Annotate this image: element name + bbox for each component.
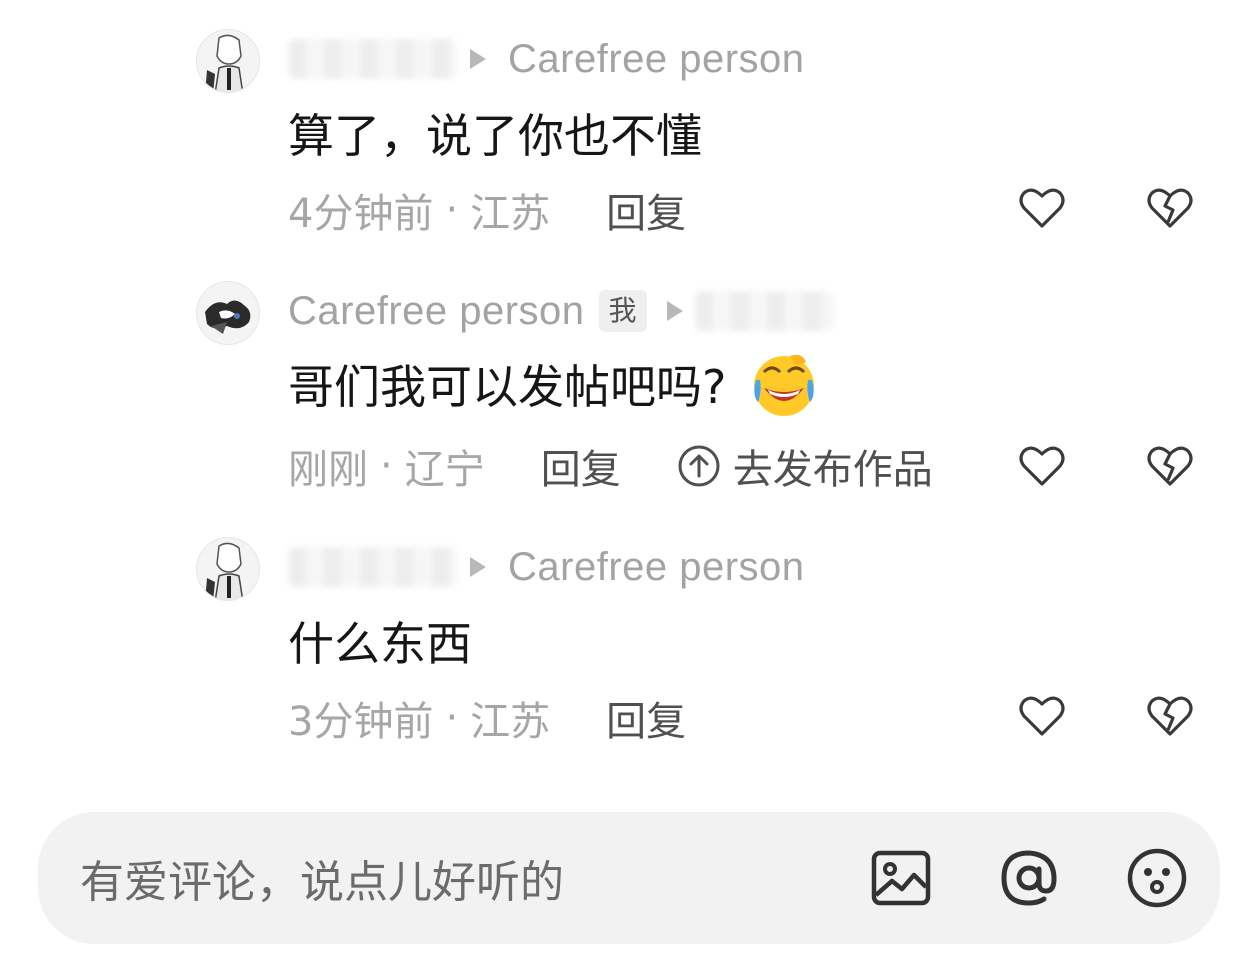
at-icon[interactable] xyxy=(996,845,1062,911)
dislike-button[interactable] xyxy=(1144,182,1196,234)
avatar-image xyxy=(197,538,259,600)
dislike-button[interactable] xyxy=(1144,440,1196,492)
reply-arrow-icon xyxy=(666,301,683,321)
reply-arrow-icon xyxy=(470,49,486,69)
comment-author[interactable]: Carefree person xyxy=(288,289,585,334)
comment-location: 辽宁 xyxy=(404,447,485,493)
broken-heart-icon xyxy=(1147,446,1193,486)
image-icon[interactable] xyxy=(868,845,934,911)
comment-item-1: Carefree person 算了，说了你也不懂 4分钟前 · 江苏 回复 xyxy=(0,0,1260,240)
blurred-username xyxy=(288,39,458,79)
like-button[interactable] xyxy=(1016,690,1068,742)
reply-target-username[interactable]: Carefree person xyxy=(508,37,805,82)
laughing-crying-emoji-icon xyxy=(750,350,818,418)
meta-separator: · xyxy=(380,443,393,489)
reply-button[interactable]: 回复 xyxy=(606,181,686,239)
comment-meta: 3分钟前 · 江苏 回复 xyxy=(288,689,686,747)
avatar[interactable] xyxy=(196,537,260,601)
upload-arrow-icon xyxy=(678,445,720,487)
me-badge: 我 xyxy=(598,290,647,332)
meta-separator: · xyxy=(445,187,459,233)
comment-header: Carefree person xyxy=(288,542,805,592)
comment-header: Carefree person 我 xyxy=(288,286,835,336)
avatar-image xyxy=(197,30,259,92)
avatar[interactable] xyxy=(196,29,260,93)
avatar-image xyxy=(197,282,259,344)
publish-label: 去发布作品 xyxy=(732,447,933,493)
avatar[interactable] xyxy=(196,281,260,345)
blurred-username xyxy=(288,547,458,587)
comment-item-2: Carefree person 我 哥们我可以发帖吧吗? 刚刚 · 辽宁 回复 xyxy=(0,252,1260,495)
blurred-username xyxy=(694,291,835,331)
broken-heart-icon xyxy=(1147,188,1193,228)
publish-work-button[interactable]: 去发布作品 xyxy=(677,437,933,495)
like-button[interactable] xyxy=(1016,440,1068,492)
reply-button[interactable]: 回复 xyxy=(541,437,621,495)
comment-input-bar[interactable]: 有爱评论，说点儿好听的 xyxy=(38,812,1220,944)
comment-meta: 4分钟前 · 江苏 回复 xyxy=(288,181,686,239)
meta-separator: · xyxy=(445,695,459,741)
comment-time: 刚刚 xyxy=(288,447,368,493)
comment-text: 哥们我可以发帖吧吗? xyxy=(288,348,818,420)
reply-target-username[interactable]: Carefree person xyxy=(508,545,805,590)
comment-time: 4分钟前 xyxy=(288,191,434,237)
dislike-button[interactable] xyxy=(1144,690,1196,742)
comment-input-placeholder[interactable]: 有爱评论，说点儿好听的 xyxy=(80,846,868,910)
like-button[interactable] xyxy=(1016,182,1068,234)
reply-arrow-icon xyxy=(470,557,486,577)
heart-icon xyxy=(1019,446,1065,486)
heart-icon xyxy=(1019,696,1065,736)
comment-text: 算了，说了你也不懂 xyxy=(288,109,702,163)
comment-header: Carefree person xyxy=(288,34,805,84)
comment-text-content: 哥们我可以发帖吧吗? xyxy=(288,360,727,414)
comment-location: 江苏 xyxy=(470,699,551,745)
comment-text: 什么东西 xyxy=(288,617,472,671)
emoji-icon[interactable] xyxy=(1124,845,1190,911)
comment-time: 3分钟前 xyxy=(288,699,434,745)
heart-icon xyxy=(1019,188,1065,228)
comment-location: 江苏 xyxy=(470,191,551,237)
comment-item-3: Carefree person 什么东西 3分钟前 · 江苏 回复 xyxy=(0,508,1260,748)
broken-heart-icon xyxy=(1147,696,1193,736)
reply-button[interactable]: 回复 xyxy=(606,689,686,747)
comment-meta: 刚刚 · 辽宁 回复 去发布作品 xyxy=(288,437,933,495)
